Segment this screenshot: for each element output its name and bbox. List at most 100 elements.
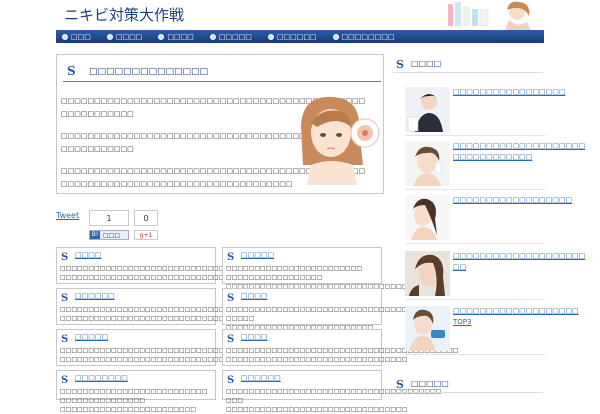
- nav-item-label: □□□□□: [218, 32, 252, 41]
- card-text-line: □□□□□□□□□□□□□□□□□□□□□□□□□□□□□□: [60, 356, 231, 363]
- card-text-line: □□□□□□□□□□□□□□□□□□□□□□□□□□□□□□□□: [226, 356, 408, 363]
- sidebar-heading: S □□□□: [393, 56, 543, 73]
- nav-bullet-icon: [209, 33, 216, 40]
- card-title-link[interactable]: □□□□: [241, 292, 267, 300]
- article-paragraph-1: □□□□□□□□□□□□□□□□□□□□□□□□□□□□□□□□□□□□□□□□…: [61, 95, 366, 121]
- card-title-link[interactable]: □□□□: [241, 333, 267, 341]
- nav-bullet-icon: [158, 33, 165, 40]
- sidebar-item[interactable]: □□□□□□□□□□□□□□□□□□□□ □□: [405, 249, 586, 300]
- s-logo-icon: S: [227, 334, 235, 345]
- thumbnail-image: [405, 251, 450, 296]
- tweet-count: 1: [89, 210, 129, 226]
- card-text-line: □□□□□□□□□□□□□□□□□□□□□□□□□□□□□□□□□□□□□□□□: [60, 306, 287, 313]
- card-text: □□□□□□□□□□□□□□□□□□□□□□□□□□□□□□□□□□□□□□ □…: [226, 387, 442, 414]
- paragraph-line: □□□□□□□□□□□□□□□□□□□□□□□□□□□□□□□□□□□□□□□□…: [61, 167, 366, 175]
- sidebar-link-line: TOP3: [453, 318, 472, 326]
- card-text: □□□□□□□□□□□□□□□□□□□□□□□□□□□□□□□□□□□□ □□□…: [226, 305, 430, 332]
- nav-item-5[interactable]: □□□□□□: [267, 32, 317, 41]
- sidebar-heading-text: □□□□: [411, 59, 442, 68]
- s-logo-icon: S: [396, 58, 404, 71]
- s-logo-icon: S: [61, 293, 69, 304]
- card-title-link[interactable]: □□□□□□: [241, 374, 281, 382]
- article-paragraph-2: □□□□□□□□□□□□□□□□□□□□□□□□□□□□□□□□□□□□□□□□…: [61, 130, 365, 156]
- thumbnail-image: [405, 87, 450, 132]
- card-text-line: □□□□□□□□□□□□□□□□□□□□□□□□□□ □□□□□□□□□□□□□…: [60, 388, 208, 404]
- acne-girl-illustration: [301, 96, 380, 185]
- thumbnail-image: [405, 195, 450, 240]
- sidebar-link-line: □□□□□□□□□□□□□□□□□□□□: [453, 252, 586, 260]
- main-article: S □□□□□□□□□□□□□□ □□□□□□□□□□□□□□□□□□□□□□□…: [56, 54, 384, 194]
- tweet-link[interactable]: Tweet: [56, 211, 79, 220]
- card-text: □□□□□□□□□□□□□□□□□□□□□□□□□□□□□□□□□□□□□□□□…: [226, 346, 458, 364]
- hatena-b-icon: B!: [90, 231, 100, 239]
- nav-item-label: □□□□□□□□: [341, 32, 395, 41]
- nav-bullet-icon: [106, 33, 113, 40]
- nav-bullet-icon: [267, 33, 274, 40]
- s-logo-icon: S: [61, 375, 69, 386]
- card-title-link[interactable]: □□□□□□□□: [75, 374, 128, 382]
- nav-bullet-icon: [62, 33, 68, 40]
- paragraph-line: □□□□□□□□□□□: [61, 110, 134, 118]
- card-text: □□□□□□□□□□□□□□□□□□□□□□□□□□□□□□□□□□□□□□□□…: [60, 346, 292, 364]
- article-card: S □□□□□ □□□□□□□□□□□□□□□□□□□□□□□□□□□□□□□□…: [56, 329, 292, 366]
- nav-item-1[interactable]: □□□: [62, 33, 91, 41]
- sidebar-link[interactable]: □□□□□□□□□□□□□□□□□: [453, 87, 565, 98]
- article-card: S □□□□□□ □□□□□□□□□□□□□□□□□□□□□□□□□□□□□□□…: [56, 288, 287, 325]
- card-text: □□□□□□□□□□□□□□□□□□□□□□□□□□□□□□□□□□□□□□□□…: [60, 305, 287, 323]
- card-text-line: □□□□□□□□□□□□□□□□□□□□□□□□□□□□□□□□□□□□□□□□…: [60, 265, 293, 272]
- s-logo-icon: S: [227, 252, 235, 263]
- sidebar-link-line: □□□□□□□□□□□□□□□□□□□: [453, 307, 579, 315]
- main-nav: □□□ □□□□ □□□□ □□□□□ □□□□□□ □□□□□□□□: [56, 30, 544, 43]
- article-paragraph-3: □□□□□□□□□□□□□□□□□□□□□□□□□□□□□□□□□□□□□□□□…: [61, 165, 366, 191]
- s-logo-icon: S: [61, 252, 69, 263]
- card-title-link[interactable]: □□□□□: [241, 251, 274, 259]
- like-count: 0: [134, 210, 158, 226]
- paragraph-line: □□□□□□□□□□□□□□□□□□□□□□□□□□□□□□□□□□□: [61, 180, 293, 188]
- site-header: ニキビ対策大作戦: [0, 0, 600, 30]
- sidebar-link-line: □□: [453, 263, 467, 271]
- thumbnail-image: [405, 306, 450, 351]
- sidebar-item[interactable]: □□□□□□□□□□□□□□□□□□□ TOP3: [405, 304, 579, 355]
- nav-item-3[interactable]: □□□□: [158, 32, 194, 41]
- card-text-line: □□□□□□□□□□□□□□□□□□□□□□□□: [60, 406, 197, 413]
- card-text: □□□□□□□□□□□□□□□□□□□□□□□□□□ □□□□□□□□□□□□□…: [60, 387, 214, 414]
- sidebar-item[interactable]: □□□□□□□□□□□□□□□□□□□□ □□□□□□□□□□□□: [405, 139, 586, 190]
- card-text-line: □□□□□□□□□□□□□□□□□□□□□□□□□□□□□□□□□: [60, 274, 248, 281]
- article-title: □□□□□□□□□□□□□□: [89, 67, 209, 77]
- thumbnail-image: [405, 141, 450, 186]
- site-title[interactable]: ニキビ対策大作戦: [64, 4, 184, 25]
- article-card: S □□□□□□□□ □□□□□□□□□□□□□□□□□□□□□□□□□□ □□…: [56, 370, 216, 413]
- sidebar-link[interactable]: □□□□□□□□□□□□□□□□□□□ TOP3: [453, 306, 579, 328]
- s-logo-icon: S: [396, 378, 404, 391]
- header-cosmetics-illustration: [448, 1, 531, 30]
- paragraph-line: □□□□□□□□□□□□□□□□□□□□□□□□□□□□□□□□□□□□□□□□…: [61, 97, 366, 105]
- nav-item-label: □□□: [71, 32, 91, 41]
- sidebar-item[interactable]: □□□□□□□□□□□□□□□□□□: [405, 193, 572, 244]
- paragraph-line: □□□□□□□□□□□: [61, 145, 134, 153]
- sidebar-item[interactable]: □□□□□□□□□□□□□□□□□: [405, 85, 565, 136]
- sidebar-link-line: □□□□□□□□□□□□□□□□□□□□: [453, 142, 586, 150]
- sidebar-link[interactable]: □□□□□□□□□□□□□□□□□□□□ □□: [453, 251, 586, 273]
- nav-item-6[interactable]: □□□□□□□□: [332, 32, 395, 41]
- card-text-line: □□□□□□□□□□□□□□□□□□□□□□□□□□□□□□□□: [226, 406, 408, 413]
- article-card: S □□□□ □□□□□□□□□□□□□□□□□□□□□□□□□□□□□□□□□…: [222, 288, 430, 331]
- google-plus-button[interactable]: g+1: [134, 230, 158, 240]
- article-heading: S □□□□□□□□□□□□□□: [63, 65, 381, 82]
- sidebar-link[interactable]: □□□□□□□□□□□□□□□□□□: [453, 195, 572, 206]
- card-text-line: □□□□□□□□□□□□□□□□□□□□□□□□□□□□□□□□□□□□□□ □…: [226, 388, 442, 404]
- hatena-bookmark-button[interactable]: B! □□□: [89, 230, 129, 240]
- article-card: S □□□□□□ □□□□□□□□□□□□□□□□□□□□□□□□□□□□□□□…: [222, 370, 441, 413]
- sidebar-link-line: □□□□□□□□□□□□: [453, 153, 533, 161]
- nav-item-4[interactable]: □□□□□: [209, 32, 252, 41]
- nav-bullet-icon: [332, 33, 339, 40]
- card-title-link[interactable]: □□□□□: [75, 333, 108, 341]
- card-title-link[interactable]: □□□□: [75, 251, 101, 259]
- nav-item-label: □□□□: [167, 32, 194, 41]
- nav-item-2[interactable]: □□□□: [106, 33, 142, 41]
- sidebar-link[interactable]: □□□□□□□□□□□□□□□□□□□□ □□□□□□□□□□□□: [453, 141, 586, 163]
- nav-item-label: □□□□□□: [276, 32, 317, 41]
- s-logo-icon: S: [227, 293, 235, 304]
- card-title-link[interactable]: □□□□□□: [75, 292, 115, 300]
- card-text-line: □□□□□□□□□□□□□□□□□□□□□□□□ □□□□□□□□□□□□□□□…: [226, 265, 363, 281]
- hatena-label: □□□: [103, 232, 121, 239]
